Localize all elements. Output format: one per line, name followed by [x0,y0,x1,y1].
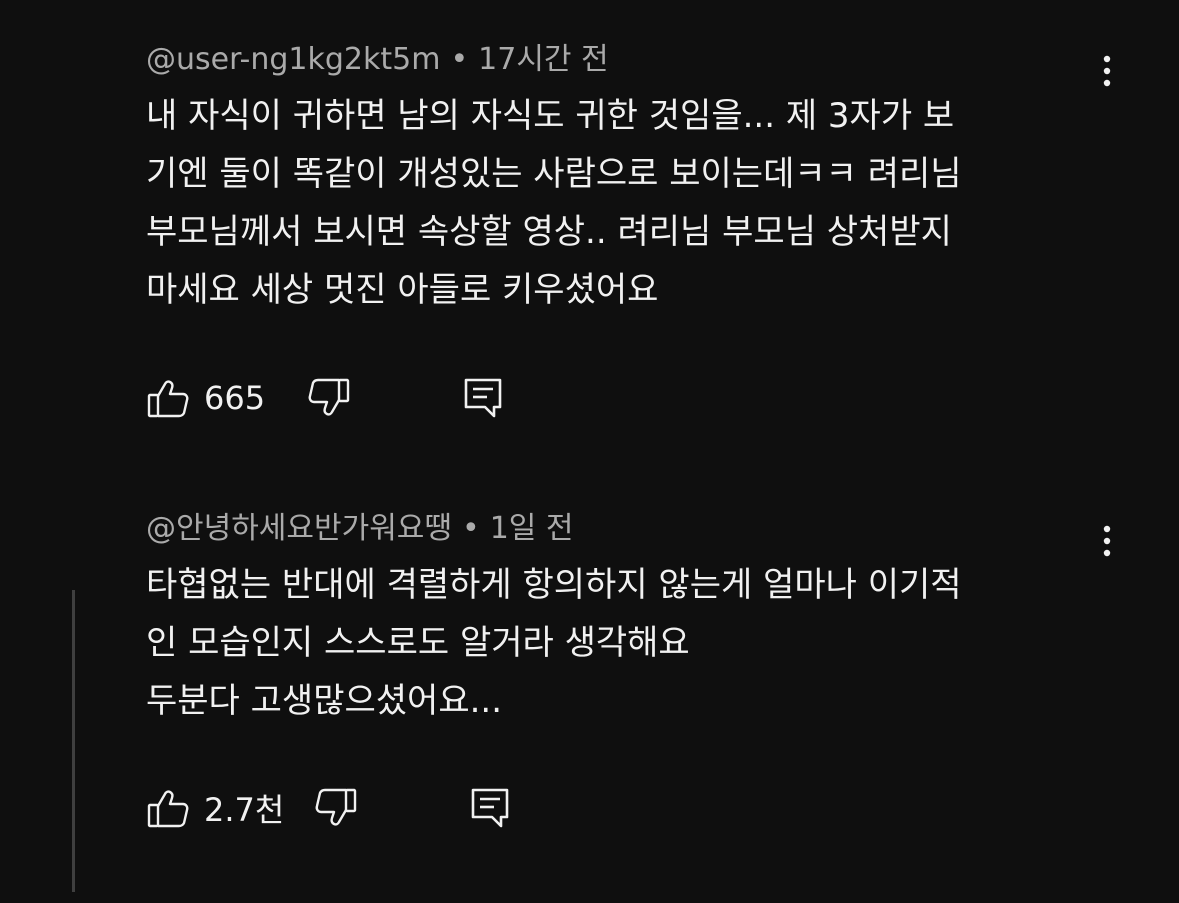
thumbs-down-icon[interactable] [307,376,351,420]
more-vert-icon [1103,55,1111,87]
thumbs-down-icon[interactable] [314,786,358,830]
thumbs-up-icon[interactable] [146,786,190,830]
meta-separator: • [450,42,469,77]
thumbs-up-icon[interactable] [146,376,190,420]
comment-1-menu-button[interactable] [1092,49,1122,93]
comment-2-menu-button[interactable] [1092,519,1122,563]
reply-comment-icon[interactable] [461,376,505,420]
comment-1-meta: @user-ng1kg2kt5m • 17시간 전 [146,40,1096,80]
reply-thread-line [72,590,75,892]
comment-1-time[interactable]: 17시간 전 [478,42,609,77]
more-vert-icon [1103,525,1111,557]
comment-2-like-count: 2.7천 [204,791,285,829]
comment-1-author[interactable]: @user-ng1kg2kt5m [146,42,440,77]
comment-2-actions: 2.7천 [146,786,512,830]
comment-2: @안녕하세요반가워요땡 • 1일 전 타협없는 반대에 격렬하게 항의하지 않는게 … [146,509,1096,730]
comment-1-like-count: 665 [204,379,266,417]
comment-2-text: 타협없는 반대에 격렬하게 항의하지 않는게 얼마나 이기적 인 모습인지 스스… [146,565,962,721]
comment-1-actions: 665 [146,376,505,420]
comment-1-text: 내 자식이 귀하면 남의 자식도 귀한 것임을... 제 3자가 보 기엔 둘이… [146,96,962,310]
comment-2-meta: @안녕하세요반가워요땡 • 1일 전 [146,509,1096,549]
comment-2-author[interactable]: @안녕하세요반가워요땡 [146,511,452,546]
comment-2-time[interactable]: 1일 전 [490,511,574,546]
comment-1: @user-ng1kg2kt5m • 17시간 전 내 자식이 귀하면 남의 자식도… [146,40,1096,319]
reply-comment-icon[interactable] [468,786,512,830]
meta-separator: • [462,511,480,546]
